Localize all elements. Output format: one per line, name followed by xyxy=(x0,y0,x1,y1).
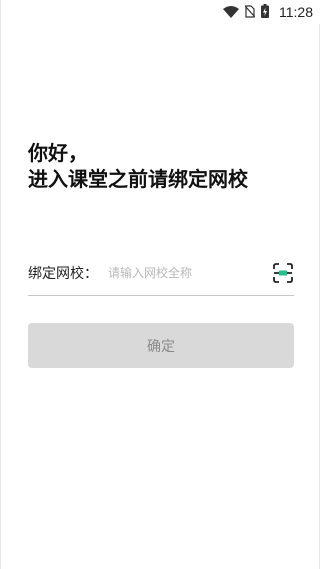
greeting-line-1: 你好， xyxy=(28,141,88,165)
status-bar: 11:28 xyxy=(1,0,320,24)
no-sim-icon xyxy=(244,3,256,22)
field-underline xyxy=(28,295,294,296)
wifi-icon xyxy=(223,3,239,22)
greeting-line-2: 进入课堂之前请绑定网校 xyxy=(28,167,248,191)
scan-icon xyxy=(273,263,293,283)
school-field-label: 绑定网校： xyxy=(28,266,98,282)
greeting-heading: 你好， 进入课堂之前请绑定网校 xyxy=(28,140,248,192)
confirm-button[interactable]: 确定 xyxy=(28,323,294,368)
battery-charging-icon xyxy=(261,3,269,22)
school-field-row: 绑定网校： xyxy=(28,253,294,293)
bind-school-screen: 11:28 你好， 进入课堂之前请绑定网校 绑定网校： 确定 xyxy=(0,0,320,569)
status-time: 11:28 xyxy=(279,4,313,20)
scan-button[interactable] xyxy=(272,262,294,284)
school-name-input[interactable] xyxy=(108,258,272,288)
